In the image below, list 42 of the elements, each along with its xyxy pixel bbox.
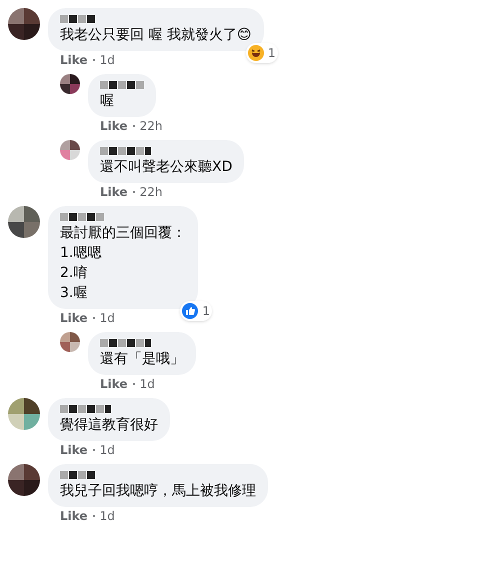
reaction-badge[interactable]: 1 bbox=[180, 301, 212, 321]
censored-name bbox=[100, 81, 144, 89]
timestamp: 1d bbox=[100, 508, 115, 524]
censored-name bbox=[100, 147, 151, 155]
censored-name bbox=[60, 405, 111, 413]
censored-name bbox=[60, 15, 95, 23]
comment-text: 還不叫聲老公來聽XD bbox=[100, 158, 232, 177]
timestamp: 1d bbox=[100, 310, 115, 326]
reaction-badge[interactable]: 1 bbox=[246, 43, 278, 63]
like-link[interactable]: Like bbox=[100, 376, 128, 392]
comment-text: 1.嗯嗯 bbox=[60, 244, 102, 263]
like-link[interactable]: Like bbox=[60, 442, 88, 458]
like-link[interactable]: Like bbox=[100, 184, 128, 200]
comment-text: 2.唷 bbox=[60, 264, 88, 283]
censored-name bbox=[60, 213, 104, 221]
like-link[interactable]: Like bbox=[100, 118, 128, 134]
comment-text: 我老公只要回 喔 我就發火了😊 bbox=[60, 26, 252, 45]
like-link[interactable]: Like bbox=[60, 52, 88, 68]
avatar bbox=[8, 8, 40, 40]
comment-text: 最討厭的三個回覆： bbox=[60, 224, 186, 243]
comment-text: 3.喔 bbox=[60, 284, 88, 303]
timestamp: 1d bbox=[100, 52, 115, 68]
timestamp: 22h bbox=[140, 118, 162, 134]
censored-name bbox=[100, 339, 151, 347]
thumbs-up-icon bbox=[182, 303, 198, 319]
avatar bbox=[8, 398, 40, 430]
avatar bbox=[8, 464, 40, 496]
comment-text: 覺得這教育很好 bbox=[60, 416, 158, 435]
avatar bbox=[60, 332, 80, 352]
like-link[interactable]: Like bbox=[60, 310, 88, 326]
avatar bbox=[60, 140, 80, 160]
comment-text: 喔 bbox=[100, 92, 115, 111]
laughing-face-icon bbox=[248, 45, 264, 61]
like-link[interactable]: Like bbox=[60, 508, 88, 524]
comment-text: 還有「是哦」 bbox=[100, 350, 184, 369]
avatar bbox=[8, 206, 40, 238]
comment-text: 我兒子回我嗯哼，馬上被我修理 bbox=[60, 482, 256, 501]
timestamp: 22h bbox=[140, 184, 162, 200]
avatar bbox=[60, 74, 80, 94]
timestamp: 1d bbox=[140, 376, 155, 392]
timestamp: 1d bbox=[100, 442, 115, 458]
censored-name bbox=[60, 471, 95, 479]
